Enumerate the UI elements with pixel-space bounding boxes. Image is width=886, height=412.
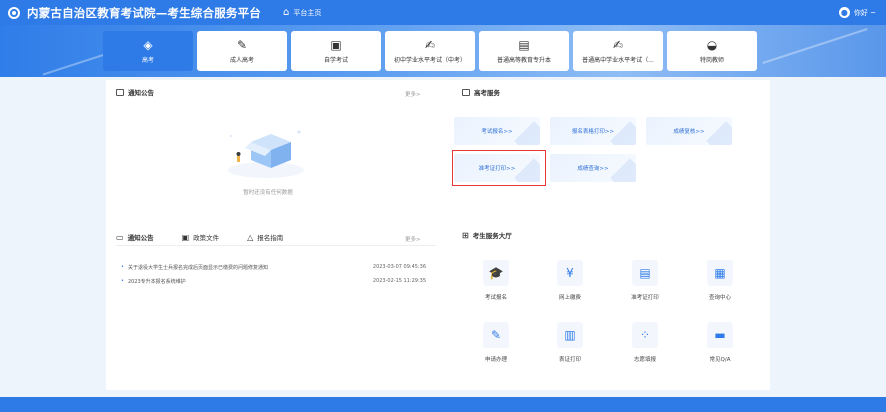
document-icon: ▣	[181, 232, 190, 242]
notice-item[interactable]: • 关于退役大学生士兵报名完成后页面显示已缴费的问题修复通知 2023-03-0…	[121, 264, 426, 271]
home-link[interactable]: ⌂ 平台主页	[283, 7, 321, 18]
hall-label: 查询中心	[708, 295, 731, 301]
edit-doc-icon: ✍	[612, 37, 624, 52]
service-hall-title-text: 考生服务大厅	[472, 232, 512, 240]
category-zhuanshengben[interactable]: ▤ 普通高等教育专升本	[479, 31, 569, 71]
hall-admission-ticket-print[interactable]: ▤ 准考证打印	[615, 260, 675, 301]
notice-item[interactable]: • 2023专升本报名系统维护 2023-02-15 11:29:35	[121, 278, 426, 285]
category-adult-exam[interactable]: ✎ 成人高考	[197, 31, 287, 71]
edit-doc-icon: ✍	[424, 37, 436, 52]
logo-icon	[8, 6, 20, 19]
footer-bar	[0, 397, 886, 412]
category-label: 普通高中学业水平考试（...	[582, 56, 654, 64]
user-avatar-icon: ●	[838, 7, 850, 18]
hall-apply[interactable]: ✎ 申请办理	[466, 322, 526, 363]
notice-icon	[116, 88, 124, 96]
category-gaokao[interactable]: ◈ 高考	[103, 31, 193, 71]
hall-volunteer-filling[interactable]: ⁘ 志愿填报	[615, 322, 675, 363]
highlight-box	[452, 150, 546, 186]
tab-notices[interactable]: ▭ 通知公告	[116, 232, 154, 243]
category-label: 普通高等教育专升本	[496, 56, 551, 64]
hall-form-print[interactable]: ▥ 表证打印	[540, 322, 600, 363]
form-print-icon: ▥	[557, 322, 583, 348]
hall-faq[interactable]: ▬ 常见Q/A	[690, 322, 750, 363]
pen-icon: ✎	[236, 37, 248, 52]
hall-exam-registration[interactable]: 🎓 考试报名	[466, 260, 526, 301]
empty-box-illustration	[228, 130, 304, 178]
screen-icon: ▣	[330, 37, 342, 52]
user-greeting: 你好 ~	[853, 8, 876, 17]
hall-online-payment[interactable]: ¥ 网上缴费	[540, 260, 600, 301]
notice-time: 2023-02-15 11:29:35	[372, 278, 426, 284]
tab-policy-files[interactable]: ▣ 政策文件	[181, 232, 220, 243]
gaokao-service-title: 高考服务	[462, 87, 500, 97]
category-label: 高考	[141, 56, 154, 64]
home-icon: ⌂	[283, 7, 290, 18]
category-special-teacher[interactable]: ◒ 特岗教师	[667, 31, 757, 71]
bullet-icon: •	[121, 264, 124, 270]
tab-registration-guide[interactable]: △ 报名指南	[247, 232, 284, 243]
exam-registration-button[interactable]: 考试报名>>	[454, 117, 540, 145]
tab-label: 政策文件	[193, 234, 220, 242]
notice-panel-title: 通知公告	[116, 87, 154, 97]
tabs-divider	[116, 245, 436, 246]
notice-more-link[interactable]: 更多>	[405, 90, 421, 98]
exam-cup-icon: ◈	[143, 37, 153, 52]
hall-label: 志愿填报	[633, 357, 656, 363]
gaokao-service-title-text: 高考服务	[474, 89, 500, 97]
info-tabs: ▭ 通知公告 ▣ 政策文件 △ 报名指南	[116, 232, 311, 243]
chat-qa-icon: ▬	[707, 322, 733, 348]
grid-icon: ⊞	[462, 230, 469, 240]
home-link-label: 平台主页	[293, 8, 322, 17]
category-label: 成人高考	[229, 56, 254, 64]
button-label: 考试报名>>	[481, 129, 513, 135]
category-label: 特岗教师	[699, 56, 724, 64]
hall-query-center[interactable]: ▦ 查询中心	[690, 260, 750, 301]
user-menu[interactable]: ● 你好 ~	[838, 0, 876, 25]
service-hall-title: ⊞ 考生服务大厅	[462, 230, 512, 241]
graduation-cap-icon: ◒	[706, 37, 718, 52]
category-label: 初中学业水平考试（中考）	[393, 56, 466, 64]
hall-label: 考试报名	[484, 295, 507, 301]
grid-apps-icon: ⁘	[632, 322, 658, 348]
registration-form-print-button[interactable]: 报名表格打印>>	[550, 117, 636, 145]
tab-label: 通知公告	[127, 234, 154, 242]
empty-data-text: 暂时还没有任何数据	[243, 190, 293, 196]
top-bar: 内蒙古自治区教育考试院—考生综合服务平台 ⌂ 平台主页 ● 你好 ~	[0, 0, 886, 25]
main-content: 通知公告 更多> 暂时还没有任何数据 高考服务 考试报名>> 报名表格打印>> …	[106, 80, 770, 390]
tabs-more-link[interactable]: 更多>	[405, 235, 421, 243]
query-doc-icon: ▦	[707, 260, 733, 286]
button-label: 成绩复核>>	[673, 129, 705, 135]
building-icon: ▤	[518, 37, 530, 52]
category-zhongkao[interactable]: ✍ 初中学业水平考试（中考）	[385, 31, 475, 71]
graduation-cap-icon: 🎓	[483, 260, 509, 286]
button-label: 报名表格打印>>	[571, 129, 615, 135]
button-label: 成绩查询>>	[577, 166, 609, 172]
hall-label: 申请办理	[484, 357, 507, 363]
score-query-button[interactable]: 成绩查询>>	[550, 154, 636, 182]
hall-label: 常见Q/A	[709, 357, 731, 363]
banner-decoration	[762, 28, 868, 64]
hall-label: 网上缴费	[558, 295, 581, 301]
category-highschool-level[interactable]: ✍ 普通高中学业水平考试（...	[573, 31, 663, 71]
site-title: 内蒙古自治区教育考试院—考生综合服务平台	[27, 5, 261, 20]
category-tabs: ◈ 高考 ✎ 成人高考 ▣ 自学考试 ✍ 初中学业水平考试（中考） ▤ 普通高等…	[103, 31, 757, 71]
hall-label: 准考证打印	[631, 295, 659, 301]
service-icon	[462, 88, 470, 96]
notice-text: 2023专升本报名系统维护	[127, 279, 186, 285]
notice-icon: ▭	[116, 232, 124, 242]
payment-icon: ¥	[557, 260, 583, 286]
category-self-study[interactable]: ▣ 自学考试	[291, 31, 381, 71]
hall-label: 表证打印	[558, 357, 581, 363]
tab-label: 报名指南	[257, 234, 284, 242]
bullet-icon: •	[121, 278, 124, 284]
notice-text: 关于退役大学生士兵报名完成后页面显示已缴费的问题修复通知	[127, 265, 268, 271]
printer-icon: ▤	[632, 260, 658, 286]
score-review-button[interactable]: 成绩复核>>	[646, 117, 732, 145]
notice-time: 2023-03-07 09:45:36	[372, 264, 426, 270]
notice-panel-title-text: 通知公告	[128, 89, 154, 97]
category-label: 自学考试	[323, 56, 348, 64]
guide-icon: △	[247, 232, 254, 242]
apply-edit-icon: ✎	[483, 322, 509, 348]
